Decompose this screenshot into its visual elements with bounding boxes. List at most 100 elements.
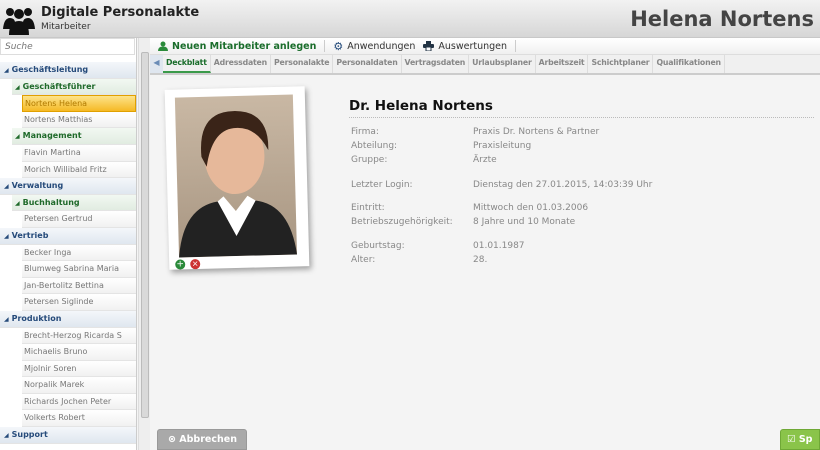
gear-icon: ⚙ <box>333 39 344 53</box>
reports-button[interactable]: Auswertungen <box>423 41 507 52</box>
expand-triangle-icon[interactable]: ◢ <box>4 67 9 74</box>
employee-tree: ◢ Geschäftsleitung ◢ Geschäftsführer Nortens… <box>0 62 136 444</box>
delete-photo-icon[interactable]: × <box>190 258 201 270</box>
expand-triangle-icon[interactable]: ◢ <box>4 432 9 439</box>
search-input[interactable] <box>0 38 135 55</box>
tree-label: Nortens Helena <box>25 99 88 109</box>
tree-group[interactable]: ◢ Geschäftsführer <box>12 78 136 96</box>
toolbar-divider <box>324 40 326 52</box>
tree-employee[interactable]: Michaelis Bruno <box>22 344 136 361</box>
new-employee-label: Neuen Mitarbeiter anlegen <box>172 40 317 52</box>
reports-label: Auswertungen <box>438 40 508 52</box>
tab-arbeitszeit[interactable]: Arbeitszeit <box>536 55 589 73</box>
employee-name-heading: Helena Nortens <box>630 7 814 31</box>
tree-group[interactable]: ◢ Verwaltung <box>0 178 136 195</box>
tree-label: Management <box>22 131 82 141</box>
tree-employee[interactable]: Richards Jochen Peter <box>22 393 136 411</box>
tree-label: Jan-Bertolitz Bettina <box>24 280 104 290</box>
tree-group[interactable]: ◢ Buchhaltung <box>12 194 136 212</box>
field-label: Betriebszugehörigkeit: <box>351 217 453 227</box>
tree-label: Brecht-Herzog Ricarda S <box>24 330 122 340</box>
tab-vertragsdaten[interactable]: Vertragsdaten <box>402 55 470 73</box>
tree-label: Flavin Martina <box>24 147 81 157</box>
users-logo-icon <box>3 8 35 35</box>
divider <box>349 117 814 118</box>
save-button[interactable]: ☑ Sp <box>780 429 820 450</box>
tree-group[interactable]: ◢ Produktion <box>0 310 136 328</box>
tree-label: Vertrieb <box>11 230 49 240</box>
field-label: Geburtstag: <box>351 241 405 251</box>
tree-employee[interactable]: Flavin Martina <box>22 144 136 162</box>
tree-label: Buchhaltung <box>22 197 80 207</box>
expand-triangle-icon[interactable]: ◢ <box>4 316 9 323</box>
expand-triangle-icon[interactable]: ◢ <box>15 200 20 207</box>
cancel-button[interactable]: ⊗ Abbrechen <box>157 429 247 450</box>
tree-employee[interactable]: Petersen Siglinde <box>22 294 136 311</box>
tree-label: Geschäftsführer <box>22 81 96 91</box>
tab-deckblatt[interactable]: Deckblatt <box>163 55 211 73</box>
tab-schichtplaner[interactable]: Schichtplaner <box>588 55 654 73</box>
field-value: Ärzte <box>473 155 497 165</box>
expand-triangle-icon[interactable]: ◢ <box>15 133 20 140</box>
tree-employee[interactable]: Nortens Helena <box>22 95 136 112</box>
tree-label: Richards Jochen Peter <box>24 396 112 406</box>
expand-triangle-icon[interactable]: ◢ <box>4 183 9 190</box>
tree-group[interactable]: ◢ Vertrieb <box>0 227 136 245</box>
applications-label: Anwendungen <box>347 40 416 52</box>
field-value: 28. <box>473 255 488 265</box>
add-photo-icon[interactable]: + <box>175 259 186 270</box>
tree-group[interactable]: ◢ Management <box>12 128 136 145</box>
field-label: Alter: <box>351 255 376 265</box>
new-employee-button[interactable]: Neuen Mitarbeiter anlegen <box>158 41 316 52</box>
user-add-icon <box>158 41 168 51</box>
field-label: Letzter Login: <box>351 180 413 190</box>
field-label: Firma: <box>351 127 379 137</box>
tree-employee[interactable]: Morich Willibald Fritz <box>22 161 136 179</box>
tree-label: Michaelis Bruno <box>24 347 88 357</box>
expand-triangle-icon[interactable]: ◢ <box>15 84 20 91</box>
tree-label: Geschäftsleitung <box>11 65 89 74</box>
cancel-label: Abbrechen <box>179 434 237 445</box>
field-value: Dienstag den 27.01.2015, 14:03:39 Uhr <box>473 180 653 190</box>
tree-employee[interactable]: Mjolnir Soren <box>22 360 136 378</box>
tree-label: Petersen Gertrud <box>24 214 93 224</box>
save-label: Sp <box>798 434 813 445</box>
tree-employee[interactable]: Volkerts Robert <box>22 410 136 428</box>
tree-label: Blumweg Sabrina Maria <box>24 264 119 274</box>
photo-card: + × <box>164 86 310 270</box>
tab-urlaubsplaner[interactable]: Urlaubsplaner <box>469 55 536 73</box>
tree-employee[interactable]: Petersen Gertrud <box>22 211 136 228</box>
field-value: 01.01.1987 <box>473 241 525 251</box>
scrollbar-thumb[interactable] <box>141 52 149 418</box>
tree-label: Volkerts Robert <box>24 413 85 423</box>
tab-personalakte[interactable]: Personalakte <box>271 55 334 73</box>
applications-button[interactable]: ⚙ Anwendungen <box>333 40 415 53</box>
toolbar-divider <box>515 40 517 52</box>
tree-employee[interactable]: Norpalik Marek <box>22 377 136 394</box>
tree-employee[interactable]: Becker Inga <box>22 244 136 262</box>
tree-employee[interactable]: Brecht-Herzog Ricarda S <box>22 327 136 345</box>
tree-label: Produktion <box>11 313 62 323</box>
tab-personaldaten[interactable]: Personaldaten <box>333 55 402 73</box>
tree-label: Morich Willibald Fritz <box>24 164 107 174</box>
tree-label: Norpalik Marek <box>24 380 85 390</box>
tree-employee[interactable]: Nortens Matthias <box>22 111 136 129</box>
tree-label: Nortens Matthias <box>24 114 93 124</box>
app-header: Digitale Personalakte Mitarbeiter Helena… <box>0 0 820 38</box>
tabs-scroll-left-icon[interactable]: ◀ <box>150 55 163 73</box>
tree-employee[interactable]: Blumweg Sabrina Maria <box>22 261 136 278</box>
tab-qualifikationen[interactable]: Qualifikationen <box>653 55 725 73</box>
tree-label: Becker Inga <box>24 247 72 257</box>
tab-adressdaten[interactable]: Adressdaten <box>211 55 271 73</box>
tree-employee[interactable]: Jan-Bertolitz Bettina <box>22 277 136 295</box>
tree-label: Verwaltung <box>11 181 64 191</box>
field-label: Gruppe: <box>351 155 388 165</box>
printer-icon <box>423 41 435 51</box>
main-panel: Neuen Mitarbeiter anlegen ⚙ Anwendungen … <box>150 38 820 450</box>
expand-triangle-icon[interactable]: ◢ <box>4 233 9 240</box>
app-subtitle: Mitarbeiter <box>41 22 91 32</box>
field-value: 8 Jahre und 10 Monate <box>473 217 576 227</box>
tree-group[interactable]: ◢ Support <box>0 427 136 444</box>
tree-group[interactable]: ◢ Geschäftsleitung <box>0 62 136 79</box>
sidebar-scrollbar[interactable] <box>138 38 150 450</box>
